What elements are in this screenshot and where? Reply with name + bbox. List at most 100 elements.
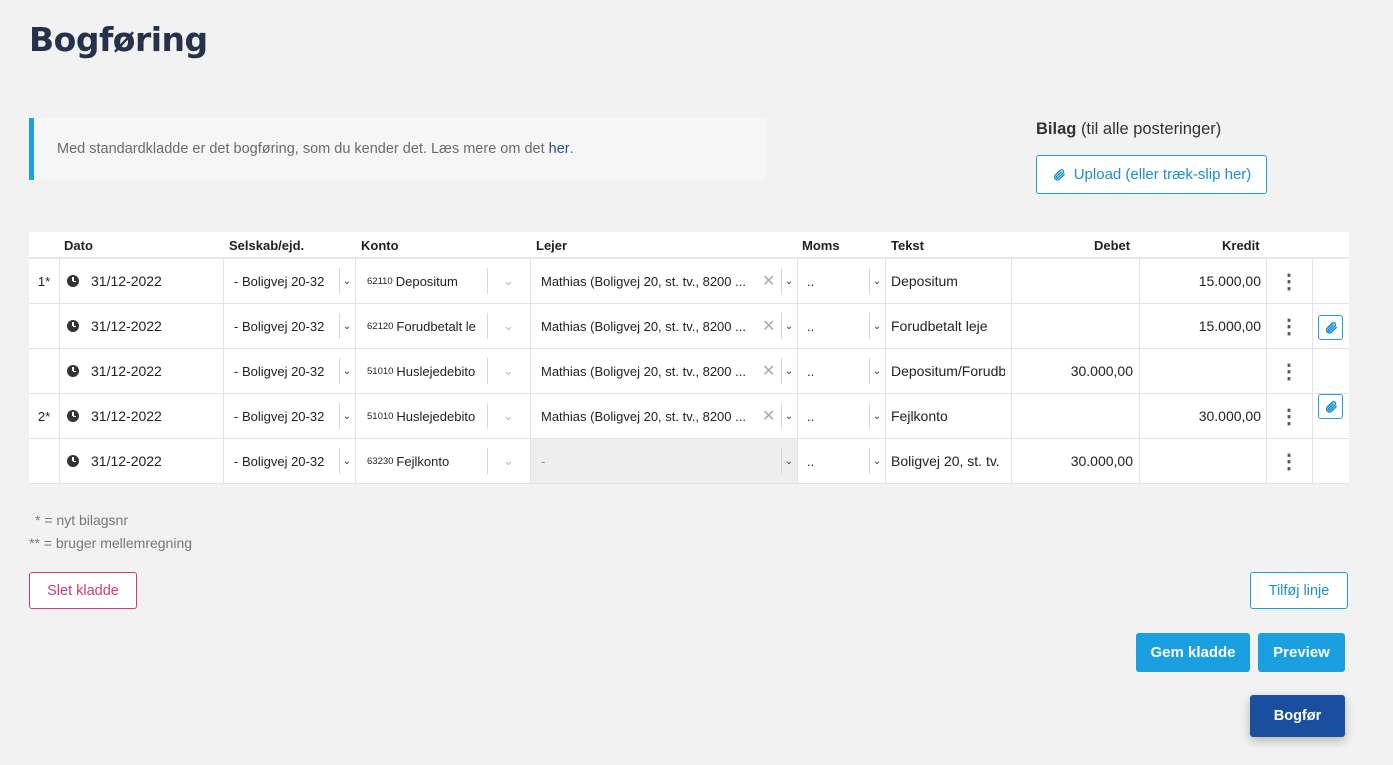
vat-select[interactable]: .. [807,394,867,438]
credit-input[interactable]: 15.000,00 [1141,304,1261,348]
vat-select[interactable]: .. [807,349,867,393]
text-input[interactable]: Depositum [891,259,1005,303]
clear-icon[interactable]: ✕ [762,406,775,426]
upload-button[interactable]: Upload (eller træk-slip her) [1036,155,1267,194]
date-field[interactable]: 31/12-2022 [67,259,217,303]
cell-divider [1011,349,1012,393]
chevron-down-icon[interactable]: ⌄ [487,268,529,294]
clear-icon[interactable]: ✕ [762,316,775,336]
cell-divider [885,349,886,393]
debit-input[interactable] [1013,259,1133,303]
more-options-icon[interactable]: ⋮ [1267,394,1311,438]
credit-input[interactable]: 15.000,00 [1141,259,1261,303]
text-input[interactable]: Depositum/Forudb [891,349,1005,393]
text-input[interactable]: Fejlkonto [891,394,1005,438]
chevron-down-icon[interactable]: ⌄ [339,358,354,384]
company-select[interactable]: - Boligvej 20-32 [234,349,344,393]
chevron-down-icon[interactable]: ⌄ [869,358,884,384]
page-title: Bogføring [29,20,208,59]
clear-icon[interactable]: ✕ [762,271,775,291]
company-select[interactable]: - Boligvej 20-32 [234,259,344,303]
info-link[interactable]: her [549,141,570,157]
debit-input[interactable] [1013,304,1133,348]
clock-icon [67,275,79,287]
add-line-button[interactable]: Tilføj linje [1250,572,1348,609]
chevron-down-icon[interactable]: ⌄ [869,313,884,339]
voucher-number: 2* [37,408,51,424]
chevron-down-icon[interactable]: ⌄ [487,448,529,474]
tenant-select[interactable]: Mathias (Boligvej 20, st. tv., 8200 ... [541,394,756,438]
date-field[interactable]: 31/12-2022 [67,304,217,348]
chevron-down-icon[interactable]: ⌄ [781,403,796,429]
table-row: 31/12-2022 - Boligvej 20-32 ⌄ 63230 Fejl… [29,439,1349,484]
cell-divider [355,259,356,303]
account-select[interactable]: 51010 Huslejedebito [367,394,482,438]
cell-divider [797,349,798,393]
info-box: Med standardkladde er det bogføring, som… [29,118,766,180]
cell-divider [530,394,531,438]
vat-select[interactable]: .. [807,439,867,483]
credit-input[interactable]: 30.000,00 [1141,394,1261,438]
account-number: 63230 [367,455,394,467]
vat-select[interactable]: .. [807,259,867,303]
credit-input[interactable] [1141,439,1261,483]
cell-divider [797,259,798,303]
company-select[interactable]: - Boligvej 20-32 [234,439,344,483]
account-number: 51010 [367,365,394,377]
chevron-down-icon[interactable]: ⌄ [781,268,796,294]
chevron-down-icon[interactable]: ⌄ [487,313,529,339]
text-input[interactable]: Forudbetalt leje [891,304,1005,348]
chevron-down-icon[interactable]: ⌄ [869,403,884,429]
company-select[interactable]: - Boligvej 20-32 [234,394,344,438]
tenant-select[interactable]: Mathias (Boligvej 20, st. tv., 8200 ... [541,259,756,303]
chevron-down-icon[interactable]: ⌄ [339,268,354,294]
account-name: Huslejedebito [396,363,476,379]
chevron-down-icon[interactable]: ⌄ [339,313,354,339]
chevron-down-icon[interactable]: ⌄ [869,268,884,294]
cell-divider [530,439,531,483]
tenant-select[interactable]: - [541,439,756,483]
attachment-button[interactable] [1318,394,1343,419]
table-row: 1* 31/12-2022 - Boligvej 20-32 ⌄ 62110 D… [29,259,1349,304]
chevron-down-icon[interactable]: ⌄ [487,358,529,384]
chevron-down-icon[interactable]: ⌄ [781,358,796,384]
save-draft-button[interactable]: Gem kladde [1136,633,1250,672]
tenant-select[interactable]: Mathias (Boligvej 20, st. tv., 8200 ... [541,349,756,393]
more-options-icon[interactable]: ⋮ [1267,439,1311,483]
date-field[interactable]: 31/12-2022 [67,439,217,483]
delete-draft-button[interactable]: Slet kladde [29,572,137,609]
chevron-down-icon[interactable]: ⌄ [781,448,796,474]
chevron-down-icon[interactable]: ⌄ [487,403,529,429]
tenant-select[interactable]: Mathias (Boligvej 20, st. tv., 8200 ... [541,304,756,348]
debit-input[interactable] [1013,394,1133,438]
clear-icon[interactable]: ✕ [762,361,775,381]
attachment-button[interactable] [1318,315,1343,340]
chevron-down-icon[interactable]: ⌄ [869,448,884,474]
debit-input[interactable]: 30.000,00 [1013,439,1133,483]
clock-icon [67,455,79,467]
date-field[interactable]: 31/12-2022 [67,394,217,438]
chevron-down-icon[interactable]: ⌄ [781,313,796,339]
paperclip-icon [1053,168,1065,181]
bilag-subtitle: (til alle posteringer) [1080,120,1222,138]
credit-input[interactable] [1141,349,1261,393]
company-select[interactable]: - Boligvej 20-32 [234,304,344,348]
col-selskab: Selskab/ejd. [229,238,305,253]
account-select[interactable]: 62110 Depositum [367,259,482,303]
account-select[interactable]: 63230 Fejlkonto [367,439,482,483]
more-options-icon[interactable]: ⋮ [1267,259,1311,303]
more-options-icon[interactable]: ⋮ [1267,349,1311,393]
account-select[interactable]: 62120 Forudbetalt le [367,304,482,348]
post-button[interactable]: Bogfør [1250,695,1345,737]
cell-divider [885,394,886,438]
debit-input[interactable]: 30.000,00 [1013,349,1133,393]
more-options-icon[interactable]: ⋮ [1267,304,1311,348]
text-input[interactable]: Boligvej 20, st. tv. [891,439,1005,483]
chevron-down-icon[interactable]: ⌄ [339,448,354,474]
account-select[interactable]: 51010 Huslejedebito [367,349,482,393]
chevron-down-icon[interactable]: ⌄ [339,403,354,429]
date-field[interactable]: 31/12-2022 [67,349,217,393]
col-moms: Moms [802,238,840,253]
preview-button[interactable]: Preview [1258,633,1345,672]
vat-select[interactable]: .. [807,304,867,348]
